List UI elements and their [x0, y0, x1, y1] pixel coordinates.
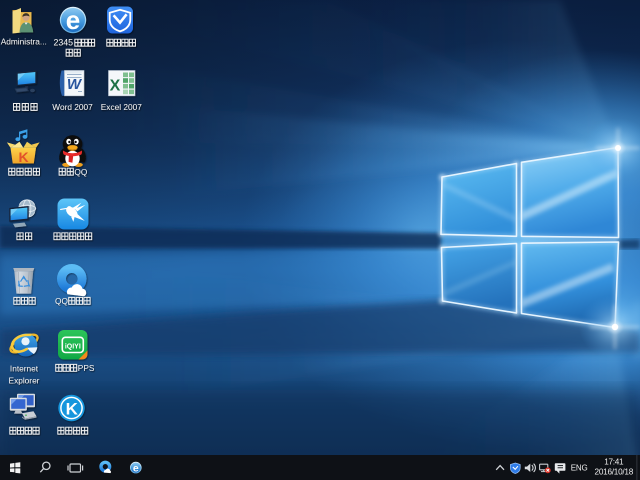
svg-text:QQ: QQ	[55, 296, 68, 306]
svg-text:Excel 2007: Excel 2007	[101, 102, 142, 112]
svg-text:17:41: 17:41	[604, 458, 624, 467]
svg-text:e: e	[66, 5, 80, 35]
svg-text:ENG: ENG	[571, 463, 588, 472]
svg-text:iQIYI: iQIYI	[65, 343, 81, 350]
svg-text:X: X	[110, 78, 121, 95]
svg-text:Word 2007: Word 2007	[52, 102, 93, 112]
svg-text:Explorer: Explorer	[9, 376, 40, 386]
svg-text:Internet: Internet	[10, 364, 39, 374]
svg-text:QQ: QQ	[74, 167, 87, 177]
svg-text:K: K	[19, 149, 29, 165]
svg-text:PPS: PPS	[78, 363, 95, 373]
svg-text:e: e	[133, 462, 139, 474]
svg-text:W: W	[67, 76, 83, 93]
svg-text:2345: 2345	[54, 38, 74, 48]
svg-text:Administra...: Administra...	[1, 37, 47, 47]
svg-text:2016/10/18: 2016/10/18	[595, 467, 634, 476]
svg-text:K: K	[66, 400, 79, 419]
